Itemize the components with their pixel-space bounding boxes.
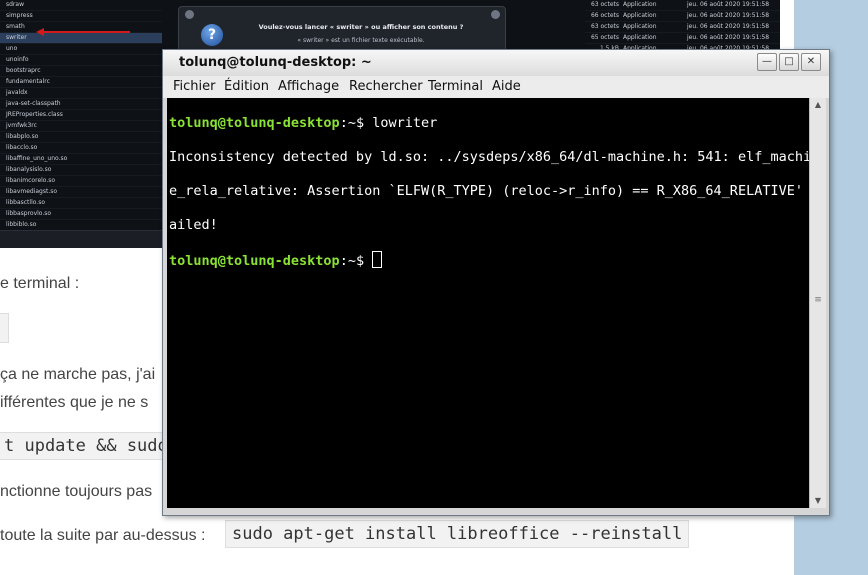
file-details: 63 octets Application jeu. 06 août 2020 19… bbox=[585, 0, 780, 55]
file-detail-row[interactable]: 66 octets Application jeu. 06 août 2020 19… bbox=[585, 11, 780, 22]
file-row[interactable]: fundamentalrc bbox=[0, 77, 162, 88]
file-list: sdraw simpress smath swriter uno unoinfo boots… bbox=[0, 0, 162, 242]
dialog-dot-left bbox=[185, 10, 194, 19]
menu-aide[interactable]: Aide bbox=[492, 79, 521, 94]
terminal-screen[interactable]: tolunq@tolunq-desktop:~$ lowriter Incons… bbox=[167, 98, 820, 508]
file-type: Application bbox=[623, 1, 657, 8]
file-row[interactable]: uno bbox=[0, 44, 162, 55]
file-row[interactable]: libavmediagst.so bbox=[0, 187, 162, 198]
minimize-button[interactable]: — bbox=[757, 53, 777, 71]
menu-terminal[interactable]: Terminal bbox=[428, 79, 483, 94]
menu-fichier[interactable]: Fichier bbox=[173, 79, 216, 94]
close-button[interactable]: ✕ bbox=[801, 53, 821, 71]
file-row[interactable]: bootstraprc bbox=[0, 66, 162, 77]
file-row[interactable]: libbasctllo.so bbox=[0, 198, 162, 209]
window-title: tolunq@tolunq-desktop: ~ bbox=[179, 55, 372, 70]
prompt-user-host: tolunq@tolunq-desktop bbox=[169, 253, 340, 269]
prompt-user-host: tolunq@tolunq-desktop bbox=[169, 115, 340, 131]
file-type: Application bbox=[623, 23, 657, 30]
file-row[interactable]: libbasprovlo.so bbox=[0, 209, 162, 220]
file-row[interactable]: swriter bbox=[0, 33, 162, 44]
scroll-grip-icon[interactable]: ≡ bbox=[814, 296, 822, 305]
file-row[interactable]: java-set-classpath bbox=[0, 99, 162, 110]
question-icon: ? bbox=[201, 24, 223, 46]
code-snippet-reinstall: sudo apt-get install libreoffice --reins… bbox=[225, 520, 690, 548]
menu-edition[interactable]: Édition bbox=[224, 79, 269, 94]
dialog-dot-right bbox=[491, 10, 500, 19]
text-line: toute la suite par au-dessus : bbox=[0, 527, 206, 544]
file-row[interactable]: simpress bbox=[0, 11, 162, 22]
text-line: e terminal : bbox=[0, 275, 80, 292]
file-row[interactable]: libanimcorelo.so bbox=[0, 176, 162, 187]
scroll-down-arrow-icon[interactable]: ▼ bbox=[810, 494, 826, 508]
dialog-title: Voulez-vous lancer « swriter » ou affich… bbox=[258, 23, 464, 31]
terminal-line: tolunq@tolunq-desktop:~$ lowriter bbox=[169, 115, 809, 132]
file-detail-row[interactable]: 65 octets Application jeu. 06 août 2020 19… bbox=[585, 33, 780, 44]
terminal-output: e_rela_relative: Assertion `ELFW(R_TYPE)… bbox=[169, 183, 820, 199]
file-row[interactable]: libabplo.so bbox=[0, 132, 162, 143]
file-row[interactable]: libacclo.so bbox=[0, 143, 162, 154]
file-type: Application bbox=[623, 34, 657, 41]
code-snippet: t update && sudo bbox=[0, 432, 173, 460]
code-box-partial bbox=[0, 313, 9, 343]
file-date: jeu. 06 août 2020 19:51:58 bbox=[687, 1, 770, 8]
file-date: jeu. 06 août 2020 19:51:58 bbox=[687, 12, 770, 19]
file-size: 63 octets bbox=[590, 1, 619, 8]
file-type: Application bbox=[623, 12, 657, 19]
text-line: ifférentes que je ne s bbox=[0, 394, 149, 411]
file-row[interactable]: libanalysislo.so bbox=[0, 165, 162, 176]
file-size: 65 octets bbox=[590, 34, 619, 41]
file-detail-row[interactable]: 63 octets Application jeu. 06 août 2020 19… bbox=[585, 0, 780, 11]
text-line: ça ne marche pas, j'ai bbox=[0, 366, 156, 383]
file-row[interactable]: JREProperties.class bbox=[0, 110, 162, 121]
terminal-output: ailed! bbox=[169, 217, 218, 233]
scroll-up-arrow-icon[interactable]: ▲ bbox=[810, 98, 826, 112]
text-cursor bbox=[372, 251, 383, 268]
file-date: jeu. 06 août 2020 19:51:58 bbox=[687, 23, 770, 30]
file-row[interactable]: javaldx bbox=[0, 88, 162, 99]
terminal-output: Inconsistency detected by ld.so: ../sysd… bbox=[169, 149, 820, 165]
vertical-scrollbar[interactable]: ▲ ≡ ▼ bbox=[809, 98, 826, 508]
menu-rechercher[interactable]: Rechercher bbox=[349, 79, 423, 94]
file-size: 66 octets bbox=[590, 12, 619, 19]
file-row[interactable]: jvmfwk3rc bbox=[0, 121, 162, 132]
menu-affichage[interactable]: Affichage bbox=[278, 79, 339, 94]
file-size: 63 octets bbox=[590, 23, 619, 30]
file-detail-row[interactable]: 63 octets Application jeu. 06 août 2020 19… bbox=[585, 22, 780, 33]
red-arrow-line bbox=[38, 31, 130, 33]
prompt-path: :~$ bbox=[339, 253, 373, 269]
text-line: nctionne toujours pas bbox=[0, 483, 153, 500]
title-bar[interactable]: tolunq@tolunq-desktop: ~ — □ ✕ bbox=[163, 50, 829, 77]
prompt-path: :~$ bbox=[339, 115, 373, 131]
file-row[interactable]: sdraw bbox=[0, 0, 162, 11]
command: lowriter bbox=[372, 115, 438, 131]
file-date: jeu. 06 août 2020 19:51:58 bbox=[687, 34, 770, 41]
menu-bar: Fichier Édition Affichage Rechercher Ter… bbox=[163, 76, 829, 98]
terminal-line: tolunq@tolunq-desktop:~$ bbox=[169, 251, 809, 270]
file-row[interactable]: unoinfo bbox=[0, 55, 162, 66]
maximize-button[interactable]: □ bbox=[779, 53, 799, 71]
terminal-window[interactable]: tolunq@tolunq-desktop: ~ — □ ✕ Fichier É… bbox=[162, 49, 830, 516]
file-row[interactable]: libaffine_uno_uno.so bbox=[0, 154, 162, 165]
dialog-body: « swriter » est un fichier texte exécuta… bbox=[297, 37, 425, 44]
